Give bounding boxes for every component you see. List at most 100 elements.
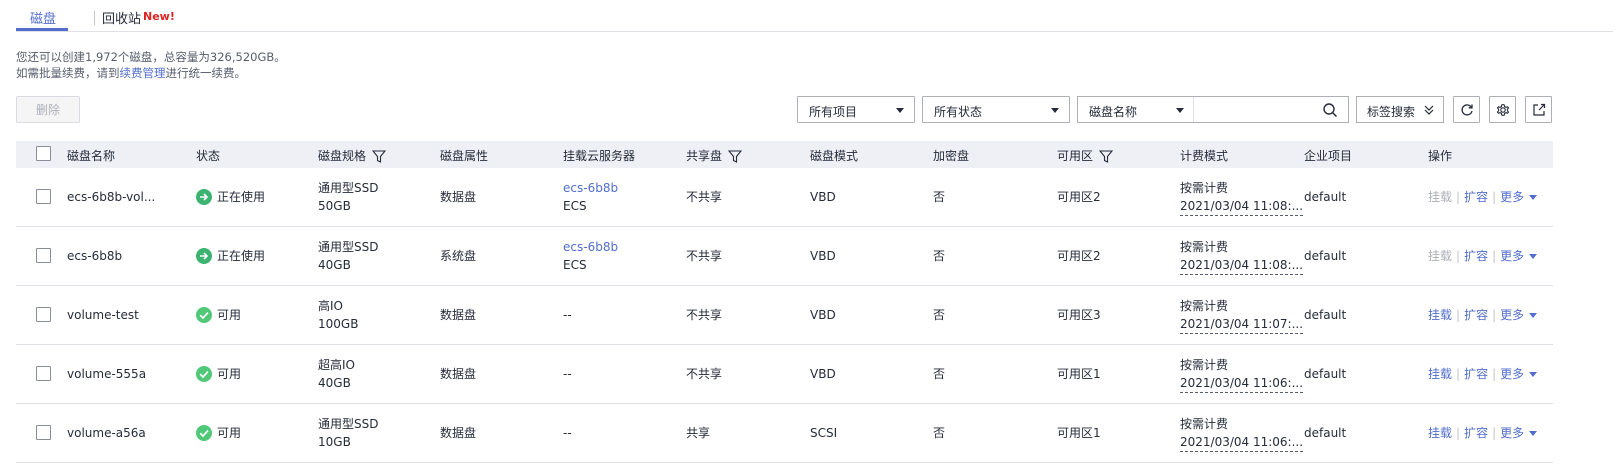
attach-button[interactable]: 挂载 <box>1428 190 1452 204</box>
row-checkbox[interactable] <box>36 307 51 322</box>
encrypted-cell: 否 <box>933 426 946 440</box>
caret-down-icon <box>1176 108 1184 113</box>
op-separator: | <box>1456 308 1461 322</box>
tab-recycle-bin[interactable]: 回收站 New! <box>102 8 175 27</box>
attach-button[interactable]: 挂载 <box>1428 426 1452 440</box>
op-separator: | <box>1456 190 1461 204</box>
billing-cell: 按需计费 2021/03/04 11:06:... <box>1180 356 1304 393</box>
attr-cell: 数据盘 <box>440 426 477 440</box>
server-link[interactable]: ecs-6b8b <box>563 181 618 195</box>
renewal-hint-prefix: 如需批量续费，请到 <box>16 66 120 80</box>
attach-button[interactable]: 挂载 <box>1428 249 1452 263</box>
billing-time[interactable]: 2021/03/04 11:06:... <box>1180 375 1304 393</box>
filter-icon[interactable] <box>1099 150 1114 163</box>
refresh-button[interactable] <box>1453 96 1480 123</box>
caret-down-icon <box>1529 195 1538 200</box>
disk-name-link[interactable]: volume-555a <box>67 365 146 383</box>
renewal-management-link[interactable]: 续费管理 <box>120 66 166 80</box>
filter-icon[interactable] <box>728 150 743 163</box>
more-button[interactable]: 更多 <box>1500 308 1538 322</box>
status-cell: 可用 <box>196 365 241 383</box>
status-cell: 正在使用 <box>196 247 265 265</box>
disk-name-link[interactable]: volume-a56a <box>67 424 146 442</box>
attach-button[interactable]: 挂载 <box>1428 367 1452 381</box>
caret-down-icon <box>1529 254 1538 259</box>
settings-button[interactable] <box>1489 96 1516 123</box>
tag-search-button[interactable]: 标签搜索 <box>1356 96 1444 123</box>
status-cell: 可用 <box>196 306 241 324</box>
expand-button[interactable]: 扩容 <box>1464 426 1488 440</box>
attach-button[interactable]: 挂载 <box>1428 308 1452 322</box>
column-header-server: 挂载云服务器 <box>563 149 636 163</box>
disk-name-link[interactable]: volume-test <box>67 306 139 324</box>
server-cell: -- <box>563 426 572 440</box>
op-separator: | <box>1492 249 1497 263</box>
tab-divider <box>94 11 95 25</box>
check-circle-icon <box>196 307 212 323</box>
delete-button[interactable]: 删除 <box>16 96 80 123</box>
more-button[interactable]: 更多 <box>1500 249 1538 263</box>
more-label: 更多 <box>1500 308 1525 322</box>
column-header-az-label: 可用区 <box>1057 149 1094 163</box>
filter-icon[interactable] <box>372 150 387 163</box>
column-header-az: 可用区 <box>1057 147 1114 164</box>
server-link[interactable]: ecs-6b8b <box>563 240 618 254</box>
op-separator: | <box>1456 249 1461 263</box>
more-label: 更多 <box>1500 426 1525 440</box>
encrypted-cell: 否 <box>933 308 946 322</box>
row-checkbox[interactable] <box>36 366 51 381</box>
row-checkbox[interactable] <box>36 425 51 440</box>
project-select[interactable]: 所有项目 <box>797 96 915 123</box>
mode-cell: SCSI <box>810 426 838 440</box>
billing-mode: 按需计费 <box>1180 299 1229 313</box>
billing-time[interactable]: 2021/03/04 11:07:... <box>1180 316 1304 334</box>
column-header-shared: 共享盘 <box>686 147 743 164</box>
expand-button[interactable]: 扩容 <box>1464 367 1488 381</box>
more-button[interactable]: 更多 <box>1500 190 1538 204</box>
spec-cell: 通用型SSD 10GB <box>318 415 378 451</box>
status-select[interactable]: 所有状态 <box>922 96 1070 123</box>
attr-cell: 系统盘 <box>440 249 477 263</box>
table-header: 磁盘名称 状态 磁盘规格 磁盘属性 挂载云服务器 共享盘 磁盘模式 加密盘 可用… <box>16 141 1553 168</box>
az-cell: 可用区2 <box>1057 190 1101 204</box>
server-type: ECS <box>563 258 587 272</box>
disk-name-link[interactable]: ecs-6b8b-vol... <box>67 188 155 206</box>
row-checkbox[interactable] <box>36 189 51 204</box>
select-all-checkbox[interactable] <box>36 146 51 161</box>
spec-size: 100GB <box>318 317 359 331</box>
server-cell: -- <box>563 367 572 381</box>
export-button[interactable] <box>1525 96 1552 123</box>
expand-button[interactable]: 扩容 <box>1464 249 1488 263</box>
check-circle-icon <box>196 425 212 441</box>
column-header-name: 磁盘名称 <box>67 149 116 163</box>
search-field-select[interactable]: 磁盘名称 <box>1078 97 1194 122</box>
az-cell: 可用区1 <box>1057 426 1101 440</box>
disk-name-link[interactable]: ecs-6b8b <box>67 247 122 265</box>
tab-disks[interactable]: 磁盘 <box>30 8 56 27</box>
refresh-icon <box>1460 103 1473 116</box>
project-select-value: 所有项目 <box>809 105 858 119</box>
server-type: ECS <box>563 199 587 213</box>
billing-time[interactable]: 2021/03/04 11:08:... <box>1180 198 1304 216</box>
spec-type: 通用型SSD <box>318 240 379 254</box>
encrypted-cell: 否 <box>933 190 946 204</box>
more-button[interactable]: 更多 <box>1500 426 1538 440</box>
search-input[interactable] <box>1196 99 1316 120</box>
row-checkbox[interactable] <box>36 248 51 263</box>
billing-time[interactable]: 2021/03/04 11:08:... <box>1180 257 1304 275</box>
expand-button[interactable]: 扩容 <box>1464 308 1488 322</box>
column-header-ops: 操作 <box>1428 149 1453 163</box>
column-header-spec: 磁盘规格 <box>318 147 387 164</box>
op-separator: | <box>1456 426 1461 440</box>
billing-time[interactable]: 2021/03/04 11:06:... <box>1180 434 1304 452</box>
search-icon[interactable] <box>1322 102 1338 118</box>
table-row: volume-a56a 可用 通用型SSD 10GB 数据盘 -- 共享 SCSI… <box>16 404 1553 463</box>
expand-button[interactable]: 扩容 <box>1464 190 1488 204</box>
column-header-project: 企业项目 <box>1304 149 1353 163</box>
shared-cell: 不共享 <box>686 367 723 381</box>
check-circle-icon <box>196 366 212 382</box>
more-button[interactable]: 更多 <box>1500 367 1538 381</box>
billing-cell: 按需计费 2021/03/04 11:08:... <box>1180 238 1304 275</box>
shared-cell: 共享 <box>686 426 711 440</box>
shared-cell: 不共享 <box>686 308 723 322</box>
